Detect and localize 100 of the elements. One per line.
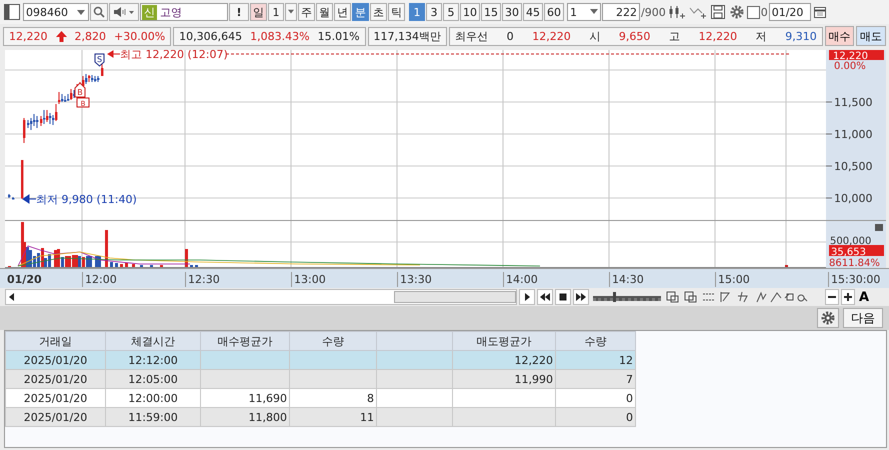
add-candle-icon[interactable] <box>668 4 686 20</box>
table-cell: 11,800 <box>200 408 290 426</box>
price-change: 0.00% <box>834 61 866 72</box>
column-header: 매도평균가 <box>452 332 556 350</box>
period-tab[interactable]: 월 <box>316 3 333 21</box>
alert-button[interactable]: ! <box>229 3 249 21</box>
layout-icon[interactable] <box>3 3 21 21</box>
table-cell: 2025/01/20 <box>6 408 106 426</box>
candle <box>12 196 14 200</box>
volume-bar <box>185 249 188 267</box>
price-tick: 11,500 <box>834 96 872 109</box>
time-label: 15:00 <box>715 272 750 287</box>
table-cell: 12:00:00 <box>106 388 200 408</box>
quote-value: 2,820 <box>74 30 106 42</box>
table-row[interactable]: 2025/01/20 11:59:00 11,800 11 0 <box>6 408 636 426</box>
price-tick: 10,500 <box>834 160 872 173</box>
interval-tab[interactable]: 60 <box>544 3 564 21</box>
price-tick: 10,000 <box>834 192 872 205</box>
volume-badge: 35,653 <box>829 245 884 258</box>
search-button[interactable] <box>90 3 108 21</box>
dropdown-button[interactable] <box>285 3 297 21</box>
quote-value: 9,310 <box>785 30 817 42</box>
period-tab[interactable]: 년 <box>334 3 351 21</box>
table-cell: 2025/01/20 <box>6 388 106 408</box>
column-header: 수량 <box>290 332 376 350</box>
volume-ratio: 8611.84% <box>829 258 880 268</box>
table-row[interactable]: 2025/01/20 12:12:00 12,220 12 <box>6 350 636 370</box>
interval-tab[interactable]: 1 <box>409 3 425 21</box>
candle <box>21 160 24 200</box>
column-header: 거래일 <box>6 332 106 350</box>
quote-value: 15.01% <box>318 30 360 42</box>
quote-value: 저 <box>756 28 767 44</box>
quote-value: 12,220 <box>698 30 738 42</box>
candle <box>8 194 10 198</box>
table-cell: 0 <box>556 408 636 426</box>
quote-value: 117,134백만 <box>374 28 442 44</box>
settings-button[interactable] <box>817 308 839 328</box>
date-field[interactable]: 01/20 <box>768 3 811 21</box>
fast-forward-icon[interactable] <box>573 289 589 305</box>
quote-value: 1,083.43% <box>250 30 310 42</box>
period-tab[interactable]: 초 <box>370 3 387 21</box>
table-row[interactable]: 2025/01/20 12:05:00 11,990 7 <box>6 370 636 388</box>
checkbox-label: 0 <box>760 6 768 18</box>
plus-icon[interactable] <box>841 289 855 305</box>
count-field[interactable]: 222 <box>602 3 640 21</box>
period-tab[interactable]: 틱 <box>388 3 405 21</box>
minus-icon[interactable] <box>825 289 839 305</box>
time-label: 12:30 <box>185 272 220 287</box>
interval-tab[interactable]: 3 <box>426 3 442 21</box>
time-label: 12:00 <box>82 272 117 287</box>
save-icon[interactable] <box>710 4 726 20</box>
table-cell: 8 <box>290 388 376 408</box>
quote-value: 10,306,645 <box>179 30 242 42</box>
volume-bar <box>115 263 118 267</box>
interval-tab[interactable]: 5 <box>443 3 459 21</box>
table-row[interactable]: 2025/01/20 12:00:00 11,690 8 0 <box>6 388 636 408</box>
font-button[interactable]: A <box>857 290 872 304</box>
period-tab[interactable]: 1 <box>268 3 284 21</box>
volume-tick: 500,000 <box>830 236 872 247</box>
speaker-button[interactable] <box>109 3 139 21</box>
interval-tab[interactable]: 30 <box>502 3 522 21</box>
left-arrow-icon[interactable] <box>9 293 15 301</box>
scrollbar[interactable] <box>5 289 517 305</box>
checkbox[interactable] <box>746 6 760 18</box>
count-max: /900 <box>641 6 666 18</box>
candle <box>23 118 26 144</box>
interval-tab[interactable]: 10 <box>460 3 480 21</box>
stock-code-field[interactable]: 098460 <box>23 3 89 21</box>
stock-name-field[interactable]: 신 고영 <box>140 3 228 21</box>
stop-icon[interactable] <box>555 289 571 305</box>
caret-icon <box>288 9 294 15</box>
volume-bar <box>132 264 135 267</box>
calendar-icon[interactable] <box>812 6 827 18</box>
quote-value: 0 <box>506 30 514 42</box>
table-cell: 12:05:00 <box>106 370 200 388</box>
quote-value: 12,220 <box>9 30 48 42</box>
column-header: 수량 <box>556 332 636 350</box>
caret-icon[interactable] <box>76 7 86 17</box>
next-button[interactable]: 다음 <box>843 308 883 328</box>
sell-button[interactable]: 매도 <box>856 26 886 46</box>
period-tab[interactable]: 일 <box>250 3 267 21</box>
period-tab[interactable]: 주 <box>298 3 315 21</box>
buy-button[interactable]: 매수 <box>824 26 854 46</box>
settings-icon[interactable] <box>728 4 745 20</box>
volume-bar <box>125 263 128 267</box>
volume-bar <box>120 264 123 267</box>
interval-tab[interactable]: 45 <box>523 3 543 21</box>
period-tab[interactable]: 분 <box>352 3 369 21</box>
table-cell: 2025/01/20 <box>6 350 106 370</box>
price-tick: 11,000 <box>834 128 872 141</box>
interval-tab[interactable]: 15 <box>481 3 501 21</box>
caret-icon[interactable] <box>590 9 598 15</box>
unit-select[interactable]: 1 <box>567 3 601 21</box>
play-icon[interactable] <box>519 289 535 305</box>
quote-value: 9,650 <box>618 30 650 42</box>
low-arrow <box>22 194 36 204</box>
zoom-slider[interactable] <box>593 290 661 304</box>
rewind-icon[interactable] <box>537 289 553 305</box>
price-badge: 12,220 <box>829 50 884 62</box>
table-cell: 11,990 <box>452 370 556 388</box>
